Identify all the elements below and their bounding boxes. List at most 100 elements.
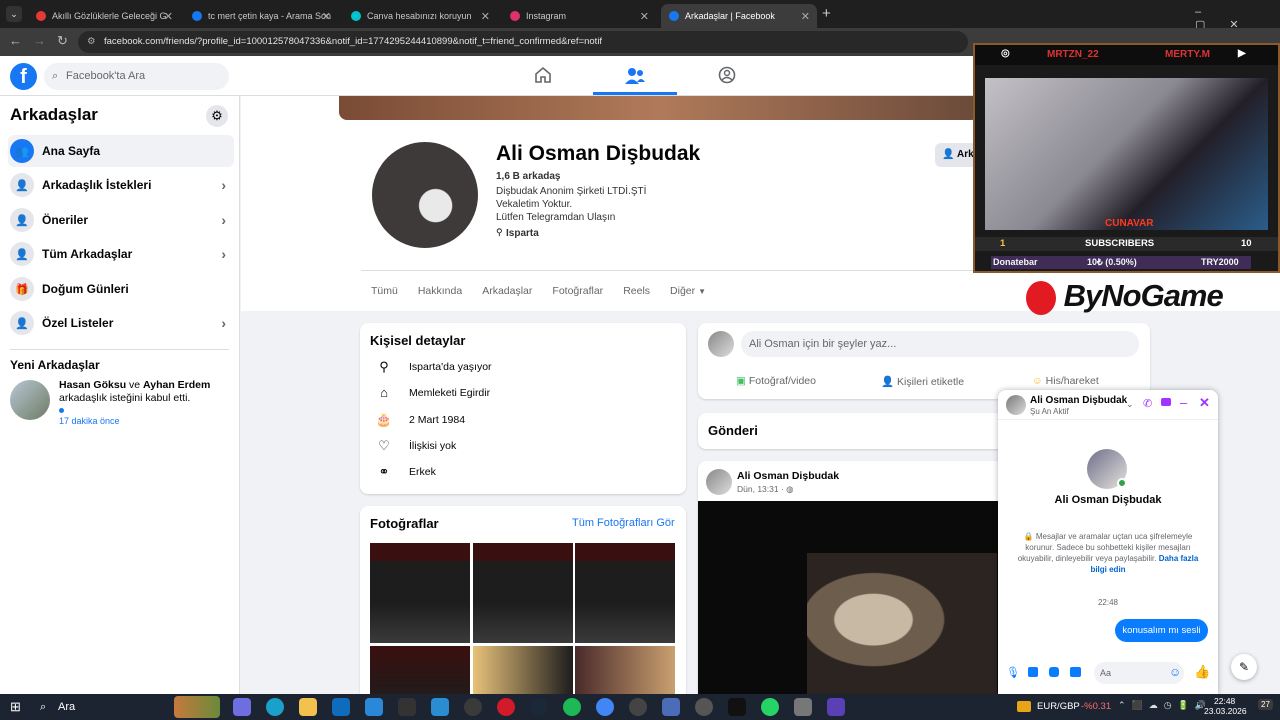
phone-icon[interactable]: ✆: [1143, 397, 1152, 410]
site-info-icon[interactable]: ⚙: [87, 31, 96, 53]
clock-date[interactable]: 23.03.2026: [1204, 706, 1247, 716]
sidebar-item-birthdays[interactable]: 🎁 Doğum Günleri: [8, 273, 234, 305]
home-nav-icon[interactable]: [534, 66, 552, 84]
edge-icon[interactable]: [266, 698, 284, 716]
image-icon[interactable]: [1028, 667, 1038, 677]
vpn-icon[interactable]: [464, 698, 482, 716]
stream-overlay: ◎ MRTZN_22 MERTY.M ▶ CUNAVAR 1 SUBSCRIBE…: [973, 43, 1280, 273]
sidebar-item-suggestions[interactable]: 👤 Öneriler ›: [8, 204, 234, 236]
store-icon[interactable]: [431, 698, 449, 716]
copilot-icon[interactable]: [233, 698, 251, 716]
friend-name-2[interactable]: Ayhan Erdem: [143, 379, 210, 391]
chat-header[interactable]: Ali Osman Dişbudak Şu An Aktif ⌄ ✆ – ✕: [998, 390, 1218, 420]
tab-about[interactable]: Hakkında: [418, 285, 462, 297]
whatsapp-icon[interactable]: [761, 698, 779, 716]
windows-start-icon[interactable]: ⊞: [10, 699, 21, 715]
mail-icon[interactable]: [365, 698, 383, 716]
spotify-icon[interactable]: [563, 698, 581, 716]
reload-icon[interactable]: ↻: [57, 33, 68, 49]
system-tray-icons[interactable]: ⌃⬛☁◷🔋🔊: [1118, 700, 1212, 711]
close-icon[interactable]: ✕: [640, 10, 649, 23]
photo-thumb[interactable]: [473, 543, 573, 643]
app-icon[interactable]: [794, 698, 812, 716]
tab-1[interactable]: Akıllı Gözlüklerle Geleceği G ✕: [28, 4, 180, 28]
recorder-icon[interactable]: [629, 698, 647, 716]
settings-gear-icon[interactable]: ⚙: [206, 105, 228, 127]
opera-icon[interactable]: [497, 698, 515, 716]
feeling-button[interactable]: ☺ His/hareket: [1032, 375, 1099, 387]
sidebar-item-home[interactable]: 👥 Ana Sayfa: [8, 135, 234, 167]
tiktok-icon[interactable]: [728, 698, 746, 716]
tab-more[interactable]: Diğer ▼: [670, 285, 706, 297]
gif-icon[interactable]: [1070, 667, 1081, 677]
taskbar-search[interactable]: ⌕ Ara: [34, 696, 224, 718]
sidebar-item-friend-requests[interactable]: 👤 Arkadaşlık İstekleri ›: [8, 169, 234, 201]
back-icon[interactable]: ←: [9, 33, 22, 48]
notification-badge[interactable]: 27: [1258, 699, 1273, 710]
new-message-button[interactable]: ✎: [1231, 654, 1257, 680]
sidebar-item-all-friends[interactable]: 👤 Tüm Arkadaşlar ›: [8, 238, 234, 270]
friends-nav-icon[interactable]: [624, 66, 646, 86]
search-box[interactable]: ⌕ Facebook'ta Ara: [44, 63, 229, 90]
tab-all[interactable]: Tümü: [371, 285, 398, 297]
composer-input[interactable]: Ali Osman için bir şeyler yaz...: [741, 331, 1139, 357]
outlook-icon[interactable]: [332, 698, 350, 716]
list-icon: 👤: [10, 311, 34, 335]
photo-video-button[interactable]: ▣ Fotoğraf/video: [736, 375, 816, 387]
currency-pair[interactable]: EUR/GBP: [1037, 701, 1080, 712]
friend-count[interactable]: 1,6 B arkadaş: [496, 171, 561, 182]
cover-photo[interactable]: [339, 96, 979, 120]
chat-name: Ali Osman Dişbudak: [1030, 395, 1128, 406]
video-call-icon[interactable]: [1161, 398, 1171, 406]
app-icon[interactable]: [827, 698, 845, 716]
close-icon[interactable]: ✕: [801, 10, 810, 23]
sub-left-count: 1: [1000, 238, 1006, 249]
chrome-icon[interactable]: [596, 698, 614, 716]
tab-4[interactable]: Instagram ✕: [502, 4, 656, 28]
emoji-icon[interactable]: ☺: [1169, 665, 1181, 679]
post-time[interactable]: Dün, 13:31 · ◍: [737, 484, 794, 495]
photo-thumb[interactable]: [370, 646, 470, 694]
steam-icon[interactable]: [530, 698, 548, 716]
close-icon[interactable]: ✕: [164, 10, 173, 23]
close-icon[interactable]: ✕: [481, 10, 490, 23]
url-input[interactable]: ⚙ facebook.com/friends/?profile_id=100012…: [78, 31, 968, 53]
forward-icon[interactable]: →: [33, 33, 46, 48]
bio-line-2: Vekaletim Yoktur.: [496, 199, 573, 210]
photo-thumb[interactable]: [473, 646, 573, 694]
chevron-down-icon[interactable]: ⌄: [1126, 399, 1134, 410]
smile-icon: ☺: [1032, 375, 1043, 387]
new-tab-button[interactable]: +: [822, 5, 831, 22]
settings-icon[interactable]: [695, 698, 713, 716]
message-bubble[interactable]: konusalım mı sesli: [1115, 619, 1208, 642]
tab-friends[interactable]: Arkadaşlar: [482, 285, 532, 297]
friend-name-1[interactable]: Hasan Göksu: [59, 379, 126, 391]
close-icon[interactable]: ✕: [1199, 395, 1210, 411]
profile-picture[interactable]: [369, 139, 481, 251]
tab-5-active[interactable]: Arkadaşlar | Facebook ✕: [661, 4, 817, 28]
minimize-icon[interactable]: –: [1180, 395, 1187, 410]
facebook-logo[interactable]: f: [10, 63, 37, 90]
sticker-icon[interactable]: [1049, 667, 1059, 677]
tab-3[interactable]: Canva hesabınızı koruyun ✕: [343, 4, 497, 28]
photo-thumb[interactable]: [575, 646, 675, 694]
file-explorer-icon[interactable]: [299, 698, 317, 716]
tab-photos[interactable]: Fotoğraflar: [552, 285, 603, 297]
photo-thumb[interactable]: [370, 543, 470, 643]
tab-2[interactable]: tc mert çetin kaya - Arama Son ✕: [184, 4, 338, 28]
post-author[interactable]: Ali Osman Dişbudak: [737, 470, 839, 482]
tab-search-icon[interactable]: ⌄: [6, 6, 22, 22]
groups-nav-icon[interactable]: [718, 66, 736, 84]
sidebar-item-custom-lists[interactable]: 👤 Özel Listeler ›: [8, 307, 234, 339]
like-icon[interactable]: 👍: [1194, 664, 1210, 680]
see-all-photos-link[interactable]: Tüm Fotoğrafları Gör: [572, 517, 675, 529]
photo-thumb[interactable]: [575, 543, 675, 643]
microphone-icon[interactable]: 🎙: [1006, 666, 1020, 679]
security-icon[interactable]: [398, 698, 416, 716]
close-icon[interactable]: ✕: [322, 10, 331, 23]
notification-item[interactable]: Hasan Göksu ve Ayhan Erdem arkadaşlık is…: [10, 378, 232, 430]
clock-time[interactable]: 22:48: [1214, 696, 1235, 706]
tag-people-button[interactable]: 👤 Kişileri etiketle: [881, 375, 964, 388]
app-icon[interactable]: [662, 698, 680, 716]
tab-reels[interactable]: Reels: [623, 285, 650, 297]
